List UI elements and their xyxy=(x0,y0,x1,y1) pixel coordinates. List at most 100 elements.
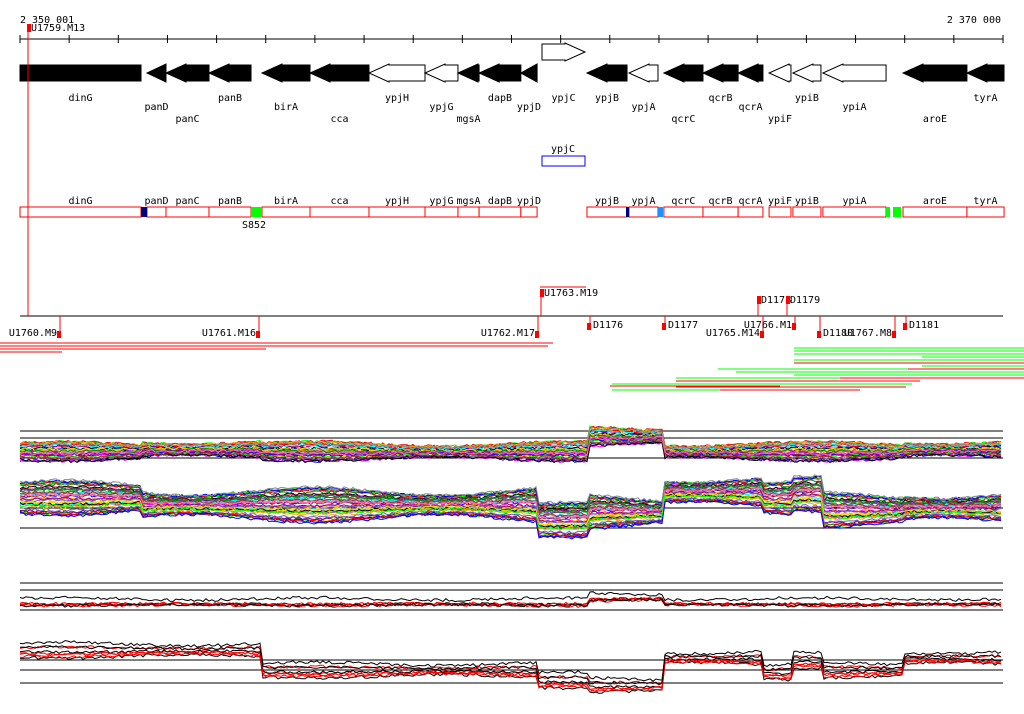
gene-box-cca[interactable] xyxy=(309,206,370,218)
gene-box-label-tyrA: tyrA xyxy=(973,196,997,207)
axis-end-label: 2 370 000 xyxy=(947,15,1001,26)
feature-label: U1766.M1 xyxy=(744,320,792,331)
gene-label-ypiF: ypiF xyxy=(768,114,792,125)
gene-box-aroE[interactable] xyxy=(902,206,968,218)
highlight-label: ypjC xyxy=(551,144,575,155)
gene-arrow-dapB[interactable] xyxy=(477,63,522,83)
highlight-box[interactable] xyxy=(541,155,586,167)
gene-arrow-ypiA[interactable] xyxy=(821,63,887,83)
gene-arrow-panC[interactable] xyxy=(164,63,210,83)
gene-label-ypjG: ypjG xyxy=(429,102,453,113)
feature-label: U1763.M19 xyxy=(544,288,598,299)
feature-marker[interactable] xyxy=(256,331,260,338)
gene-arrow-ypiB[interactable] xyxy=(791,63,822,83)
gene-arrow-panB[interactable] xyxy=(207,63,252,83)
gene-box-tyrA[interactable] xyxy=(966,206,1005,218)
gene-arrow-dinG[interactable] xyxy=(19,64,142,82)
gene-box-qcrC[interactable] xyxy=(663,206,704,218)
gene-box-panB[interactable] xyxy=(208,206,252,218)
gene-box-label-panD: panD xyxy=(144,196,168,207)
gene-box-ypjA[interactable] xyxy=(628,206,659,218)
gene-label-ypjB: ypjB xyxy=(595,93,619,104)
site-label: S852 xyxy=(242,220,266,231)
gene-box-qcrA[interactable] xyxy=(737,206,764,218)
gene-label-ypjD: ypjD xyxy=(517,102,541,113)
feature-label: D1177 xyxy=(668,320,698,331)
gene-box-label-ypjD: ypjD xyxy=(517,196,541,207)
feature-marker[interactable] xyxy=(792,323,796,330)
gene-arrow-qcrC[interactable] xyxy=(662,63,704,83)
site-marker[interactable] xyxy=(658,207,663,217)
feature-label: U1759.M13 xyxy=(31,23,85,34)
gene-box-dapB[interactable] xyxy=(478,206,522,218)
gene-box-ypiA[interactable] xyxy=(822,206,887,218)
gene-arrow-ypjG[interactable] xyxy=(423,63,459,83)
gene-box-ypiF[interactable] xyxy=(768,206,792,218)
gene-box-panD[interactable] xyxy=(146,206,167,218)
feature-label: D1179 xyxy=(790,295,820,306)
gene-arrow-tyrA[interactable] xyxy=(965,63,1005,83)
feature-marker[interactable] xyxy=(587,323,591,330)
highlight-track[interactable]: ypjC xyxy=(541,144,586,167)
feature-marker[interactable] xyxy=(903,323,907,330)
gene-box-label-panC: panC xyxy=(175,196,199,207)
feature-marker[interactable] xyxy=(817,331,821,338)
feature-marker[interactable] xyxy=(892,331,896,338)
gene-label-ypjA: ypjA xyxy=(631,102,655,113)
gene-arrow-ypjD[interactable] xyxy=(519,63,538,83)
site-marker[interactable] xyxy=(626,207,629,217)
site-marker[interactable] xyxy=(893,207,901,217)
gene-box-label-qcrC: qcrC xyxy=(671,196,695,207)
gene-box-ypjH[interactable] xyxy=(368,206,426,218)
feature-marker[interactable] xyxy=(760,331,764,338)
gene-box-mgsA[interactable] xyxy=(457,206,480,218)
coordinate-axis xyxy=(19,35,1004,43)
gene-arrow-qcrB[interactable] xyxy=(701,63,739,83)
gene-label-dinG: dinG xyxy=(68,93,92,104)
gene-box-label-cca: cca xyxy=(330,196,348,207)
gene-box-label-ypiF: ypiF xyxy=(768,196,792,207)
gene-arrow-ypiF[interactable] xyxy=(767,63,792,83)
gene-arrow-ypjB[interactable] xyxy=(585,63,628,83)
site-marker[interactable] xyxy=(251,207,262,217)
gene-label-qcrB: qcrB xyxy=(708,93,732,104)
gene-label-panB: panB xyxy=(218,93,242,104)
data-series xyxy=(19,591,1002,603)
feature-label: U1762.M17 xyxy=(481,328,535,339)
gene-arrow-ypjA[interactable] xyxy=(627,63,659,83)
gene-arrow-mgsA[interactable] xyxy=(456,63,480,83)
feature-marker[interactable] xyxy=(57,331,61,338)
feature-label: U1760.M9 xyxy=(9,328,57,339)
gene-track[interactable]: dinG panD panC panB birA cca ypjH ypjGmgsA dapB y… xyxy=(19,42,1005,125)
gene-arrow-cca[interactable] xyxy=(308,63,370,83)
gene-box-label-ypiA: ypiA xyxy=(842,196,866,207)
gene-arrow-ypjH[interactable] xyxy=(367,63,426,83)
gene-label-qcrA: qcrA xyxy=(738,102,762,113)
gene-box-birA[interactable] xyxy=(261,206,311,218)
gene-label-ypjC: ypjC xyxy=(551,93,575,104)
gene-box-label-panB: panB xyxy=(218,196,242,207)
gene-box-panC[interactable] xyxy=(165,206,210,218)
gene-box-label-ypiB: ypiB xyxy=(795,196,819,207)
site-marker[interactable] xyxy=(141,207,147,217)
feature-marker[interactable] xyxy=(662,323,666,330)
gene-box-qcrB[interactable] xyxy=(702,206,739,218)
gene-box-label-dinG: dinG xyxy=(68,196,92,207)
gene-box-track[interactable]: dinG panD panC panB birA cca ypjH ypjG mgsA dapB y… xyxy=(19,196,1005,218)
gene-arrow-ypjC[interactable] xyxy=(541,42,587,62)
gene-box-label-qcrA: qcrA xyxy=(738,196,762,207)
site-marker[interactable] xyxy=(886,207,890,217)
gene-box-dinG[interactable] xyxy=(19,206,142,218)
gene-arrow-qcrA[interactable] xyxy=(736,63,764,83)
gene-box-ypjG[interactable] xyxy=(424,206,459,218)
gene-box-ypjD[interactable] xyxy=(520,206,538,218)
gene-box-label-ypjA: ypjA xyxy=(631,196,655,207)
gene-arrow-aroE[interactable] xyxy=(901,63,968,83)
gene-arrow-birA[interactable] xyxy=(260,63,311,83)
feature-marker[interactable] xyxy=(535,331,539,338)
gene-box-ypiB[interactable] xyxy=(792,206,822,218)
gene-box-ypjB[interactable] xyxy=(586,206,628,218)
gene-arrow-panD[interactable] xyxy=(145,63,167,83)
gene-box-label-ypjG: ypjG xyxy=(429,196,453,207)
gene-box-label-qcrB: qcrB xyxy=(708,196,732,207)
